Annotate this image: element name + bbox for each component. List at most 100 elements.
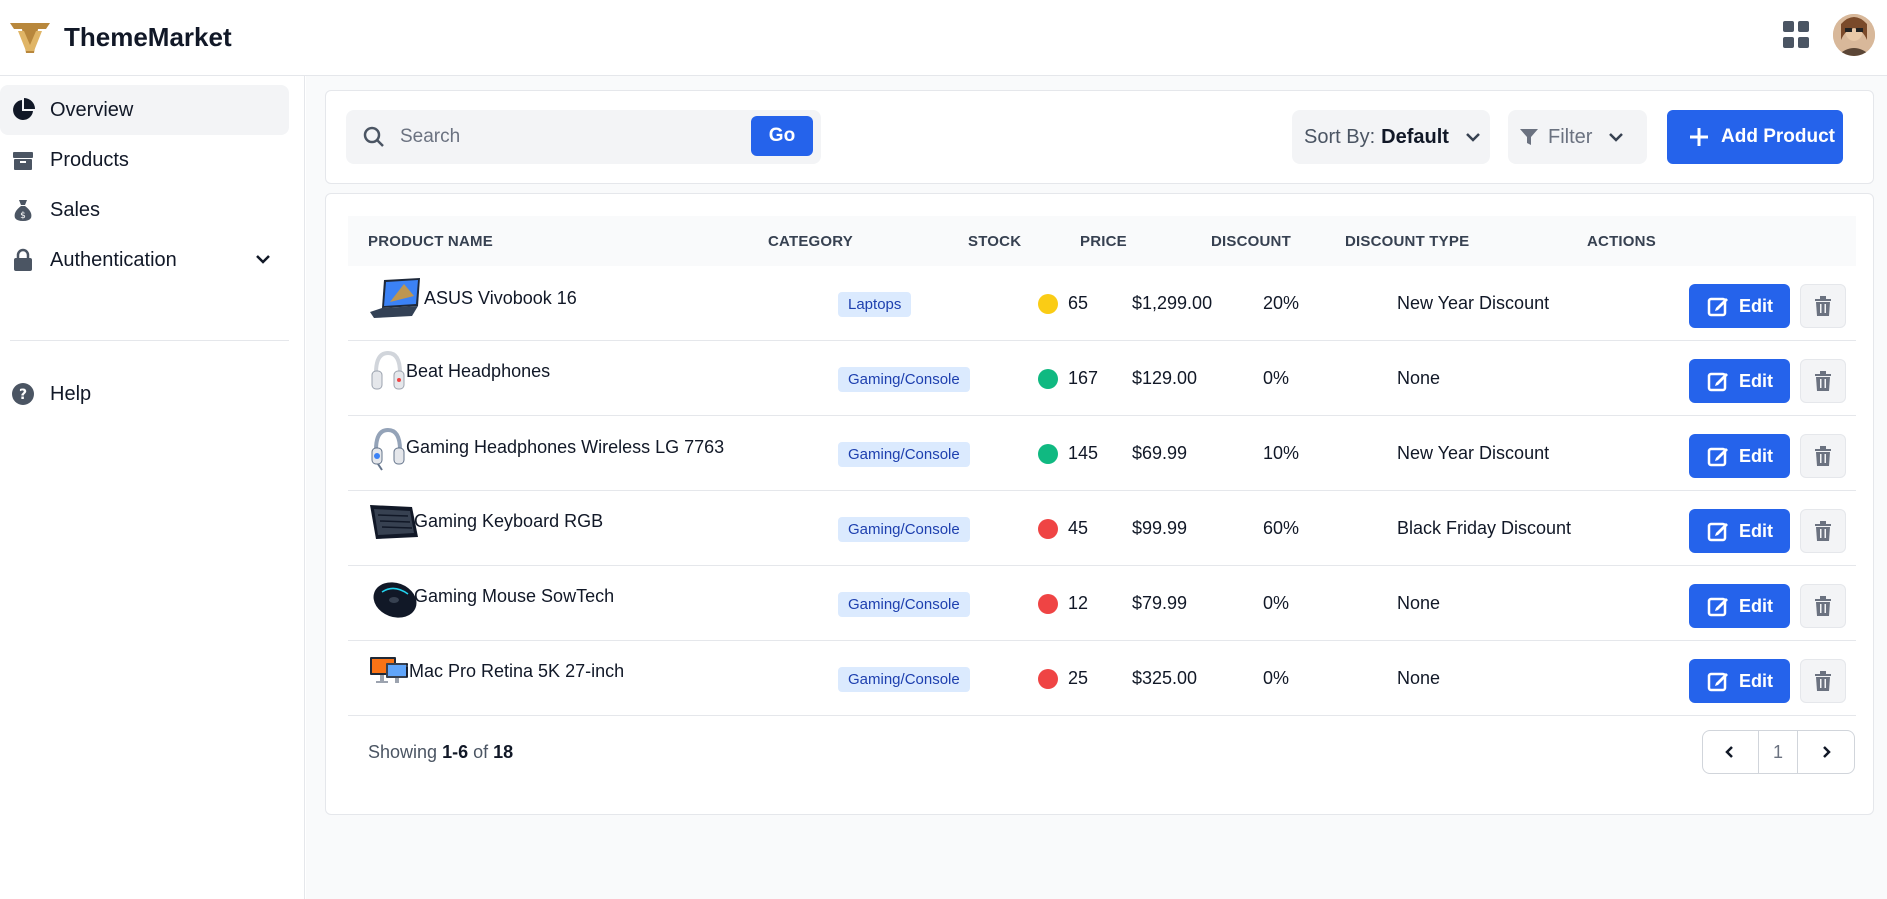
svg-text:?: ? xyxy=(19,387,27,403)
header-product-name[interactable]: PRODUCT NAME xyxy=(368,233,493,250)
page-number[interactable]: 1 xyxy=(1759,731,1799,773)
delete-button[interactable] xyxy=(1800,584,1846,628)
trash-icon xyxy=(1815,521,1831,541)
sidebar-item-products[interactable]: Products xyxy=(0,135,289,185)
chevron-down-icon xyxy=(1466,133,1480,142)
plus-icon xyxy=(1690,128,1708,146)
delete-button[interactable] xyxy=(1800,359,1846,403)
edit-button[interactable]: Edit xyxy=(1689,284,1790,328)
add-product-button[interactable]: Add Product xyxy=(1667,110,1843,164)
stock-value: 12 xyxy=(1068,593,1089,613)
stock-status-dot xyxy=(1038,369,1058,389)
chevron-down-icon[interactable] xyxy=(253,249,273,269)
price-value: $99.99 xyxy=(1132,518,1188,538)
sidebar-item-sales[interactable]: $ Sales xyxy=(0,185,289,235)
discount-type-value: New Year Discount xyxy=(1397,293,1550,313)
category-badge: Gaming/Console xyxy=(838,667,970,692)
edit-icon xyxy=(1707,297,1728,317)
product-name[interactable]: Beat Headphones xyxy=(406,361,550,382)
delete-button[interactable] xyxy=(1800,509,1846,553)
next-page-button[interactable] xyxy=(1798,731,1854,773)
sidebar-item-authentication[interactable]: Authentication xyxy=(0,235,289,285)
product-name[interactable]: Gaming Headphones Wireless LG 7763 xyxy=(406,437,724,458)
showing-range: 1-6 xyxy=(442,742,469,762)
sort-dropdown[interactable]: Sort By: Default xyxy=(1292,110,1490,164)
edit-label: Edit xyxy=(1739,370,1773,391)
price-value: $79.99 xyxy=(1132,593,1188,613)
edit-button[interactable]: Edit xyxy=(1689,509,1790,553)
previous-page-button[interactable] xyxy=(1703,731,1759,773)
table-row[interactable]: Beat Headphones Gaming/Console 167 $129.… xyxy=(348,341,1856,416)
discount-type-value: New Year Discount xyxy=(1397,443,1550,463)
discount-type-value: None xyxy=(1397,368,1441,388)
search-box: Go xyxy=(346,110,821,164)
logo-icon xyxy=(10,22,50,53)
product-name[interactable]: Gaming Mouse SowTech xyxy=(414,586,614,607)
category-badge: Gaming/Console xyxy=(838,367,970,392)
stock-status-dot xyxy=(1038,294,1058,314)
header-discount-type[interactable]: DISCOUNT TYPE xyxy=(1345,233,1469,250)
stock-value: 167 xyxy=(1068,368,1099,388)
sidebar-divider xyxy=(10,340,289,341)
header-stock[interactable]: STOCK xyxy=(968,233,1021,250)
edit-button[interactable]: Edit xyxy=(1689,359,1790,403)
category-badge: Gaming/Console xyxy=(838,517,970,542)
edit-button[interactable]: Edit xyxy=(1689,584,1790,628)
delete-button[interactable] xyxy=(1800,434,1846,478)
pie-chart-icon xyxy=(10,97,36,123)
apps-grid-icon[interactable] xyxy=(1783,21,1811,49)
sidebar-item-label: Products xyxy=(50,148,129,171)
brand[interactable]: ThemeMarket xyxy=(8,19,232,57)
product-name[interactable]: ASUS Vivobook 16 xyxy=(424,288,577,309)
table-row[interactable]: ASUS Vivobook 16 Laptops 65 $1,299.00 20… xyxy=(348,266,1856,341)
header-discount[interactable]: DISCOUNT xyxy=(1211,233,1291,250)
table-row[interactable]: Gaming Headphones Wireless LG 7763 Gamin… xyxy=(348,416,1856,491)
go-button[interactable]: Go xyxy=(751,116,813,156)
edit-icon xyxy=(1707,447,1728,467)
discount-value: 0% xyxy=(1263,668,1290,688)
edit-label: Edit xyxy=(1739,670,1773,691)
edit-label: Edit xyxy=(1739,520,1773,541)
edit-button[interactable]: Edit xyxy=(1689,434,1790,478)
product-name[interactable]: Gaming Keyboard RGB xyxy=(414,511,603,532)
table-row[interactable]: iMac Pro Retina 5K 27-inch Gaming/Consol… xyxy=(348,641,1856,716)
product-name[interactable]: iMac Pro Retina 5K 27-inch xyxy=(405,661,624,682)
avatar[interactable] xyxy=(1833,14,1875,56)
showing-prefix: Showing xyxy=(368,742,438,762)
header-category[interactable]: CATEGORY xyxy=(768,233,853,250)
search-icon xyxy=(363,126,384,147)
discount-type-value: Black Friday Discount xyxy=(1397,518,1572,538)
sidebar-item-help[interactable]: ? Help xyxy=(0,369,289,419)
discount-type-value: None xyxy=(1397,593,1441,613)
sidebar-item-overview[interactable]: Overview xyxy=(0,85,289,135)
category-badge: Gaming/Console xyxy=(838,592,970,617)
header-price[interactable]: PRICE xyxy=(1080,233,1127,250)
stock-status-dot xyxy=(1038,594,1058,614)
sort-label: Sort By: xyxy=(1304,125,1376,148)
delete-button[interactable] xyxy=(1800,284,1846,328)
table-row[interactable]: Gaming Keyboard RGB Gaming/Console 45 $9… xyxy=(348,491,1856,566)
trash-icon xyxy=(1815,371,1831,391)
search-input[interactable] xyxy=(400,117,740,157)
sidebar-item-label: Sales xyxy=(50,198,101,221)
stock-value: 45 xyxy=(1068,518,1089,538)
discount-value: 60% xyxy=(1263,518,1300,538)
delete-button[interactable] xyxy=(1800,659,1846,703)
stock-status-dot xyxy=(1038,519,1058,539)
edit-label: Edit xyxy=(1739,295,1773,316)
filter-label: Filter xyxy=(1548,125,1593,148)
edit-label: Edit xyxy=(1739,595,1773,616)
table-row[interactable]: Gaming Mouse SowTech Gaming/Console 12 $… xyxy=(348,566,1856,641)
laptop-thumb xyxy=(370,278,420,318)
price-value: $129.00 xyxy=(1132,368,1198,388)
stock-status-dot xyxy=(1038,669,1058,689)
price-value: $69.99 xyxy=(1132,443,1188,463)
edit-button[interactable]: Edit xyxy=(1689,659,1790,703)
edit-icon xyxy=(1707,672,1728,692)
discount-value: 0% xyxy=(1263,368,1290,388)
edit-label: Edit xyxy=(1739,445,1773,466)
money-bag-icon: $ xyxy=(10,197,36,223)
showing-total: 18 xyxy=(493,742,514,762)
filter-dropdown[interactable]: Filter xyxy=(1508,110,1647,164)
sidebar-item-label: Authentication xyxy=(50,248,177,271)
